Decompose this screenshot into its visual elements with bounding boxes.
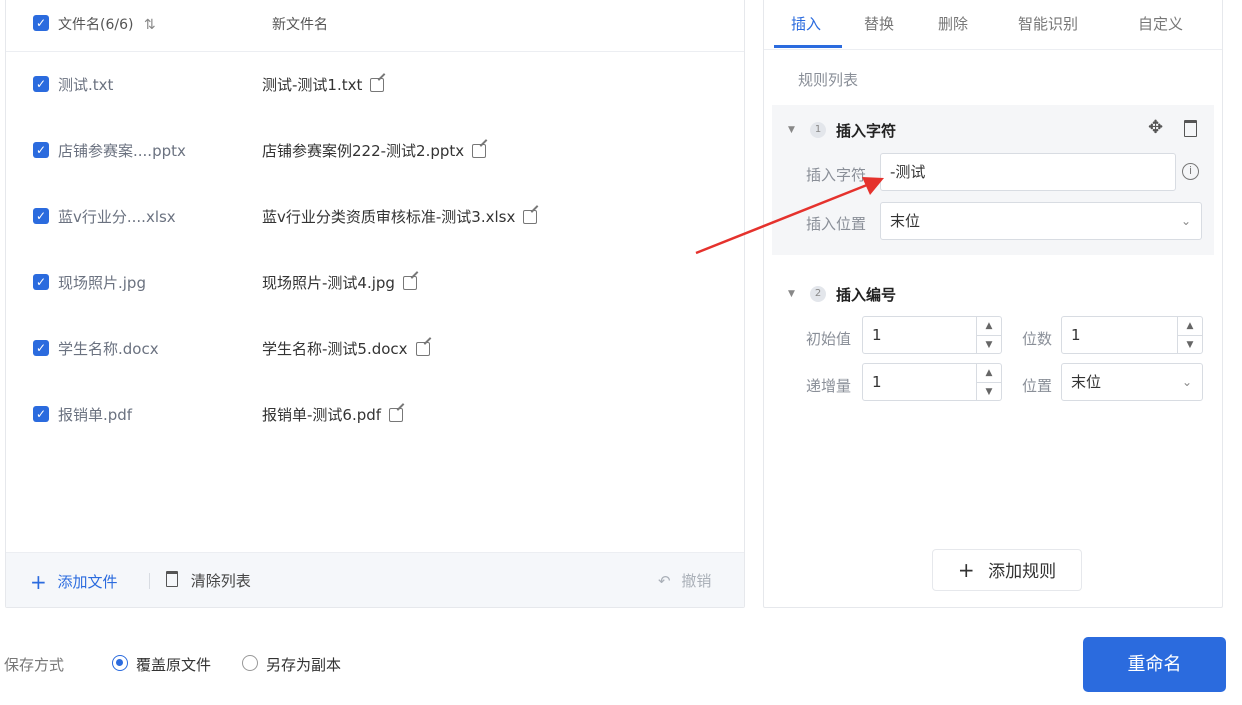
row-checkbox[interactable]: ✓ (33, 142, 49, 158)
column-newname-label: 新文件名 (272, 17, 328, 33)
active-tab-indicator (774, 45, 842, 48)
trash-icon[interactable] (1184, 120, 1197, 137)
old-filename: 报销单.pdf (58, 406, 133, 424)
stepper-arrows[interactable]: ▲ ▼ (976, 317, 1001, 353)
insert-position-select[interactable]: 末位 ⌄ (880, 202, 1202, 240)
edit-icon[interactable] (402, 276, 417, 290)
row-checkbox[interactable]: ✓ (33, 208, 49, 224)
rule-index-badge: 1 (810, 122, 826, 138)
new-filename: 报销单-测试6.pdf (262, 404, 404, 425)
save-copy-option[interactable]: 另存为副本 (240, 651, 360, 677)
row-checkbox[interactable]: ✓ (33, 274, 49, 290)
old-filename: 学生名称.docx (58, 340, 159, 358)
edit-icon[interactable] (472, 144, 487, 158)
undo-icon: ↶ (658, 572, 671, 590)
chevron-down-icon: ⌄ (1180, 214, 1191, 228)
rename-button[interactable]: 重命名 (1083, 637, 1226, 692)
add-file-button[interactable]: + 添加文件 (30, 570, 118, 594)
radio-copy[interactable] (242, 655, 258, 671)
plus-icon: + (30, 570, 47, 594)
rule-insert-number: ▼ 2 插入编号 初始值 1 ▲ ▼ 位数 1 ▲ ▼ 递增量 1 ▲ ▼ 位置 末位… (772, 271, 1214, 411)
new-filename: 现场照片-测试4.jpg (262, 272, 417, 293)
digits-stepper[interactable]: 1 ▲ ▼ (1061, 316, 1203, 354)
row-checkbox[interactable]: ✓ (33, 406, 49, 422)
rule-tabs: 插入 替换 删除 智能识别 自定义 (764, 0, 1222, 50)
trash-icon (166, 571, 178, 587)
rule-list-title: 规则列表 (798, 71, 859, 89)
tab-custom[interactable]: 自定义 (1138, 13, 1183, 34)
footer-divider (149, 573, 150, 589)
stepper-arrows[interactable]: ▲ ▼ (976, 364, 1001, 400)
column-filename-label: 文件名(6/6) (58, 17, 134, 33)
number-position-label: 位置 (1022, 377, 1053, 395)
edit-icon[interactable] (389, 408, 404, 422)
clear-list-button[interactable]: 清除列表 (166, 570, 251, 591)
new-filename: 测试-测试1.txt (262, 74, 385, 95)
info-icon[interactable]: i (1182, 163, 1199, 180)
step-label: 递增量 (806, 377, 852, 395)
save-overwrite-option[interactable]: 覆盖原文件 (110, 651, 230, 677)
number-position-select[interactable]: 末位 ⌄ (1061, 363, 1203, 401)
edit-icon[interactable] (415, 342, 430, 356)
old-filename: 现场照片.jpg (58, 274, 146, 292)
tab-insert[interactable]: 插入 (791, 13, 821, 34)
rule-title: 插入编号 (836, 286, 897, 304)
undo-button[interactable]: ↶ 撤销 (658, 570, 711, 591)
file-list-panel: ✓ 文件名(6/6) ⇅ 新文件名 ✓ 测试.txt 测试-测试1.txt ✓ … (5, 0, 745, 608)
new-filename: 蓝v行业分类资质审核标准-测试3.xlsx (262, 206, 538, 227)
start-value-stepper[interactable]: 1 ▲ ▼ (862, 316, 1002, 354)
edit-icon[interactable] (523, 210, 538, 224)
edit-icon[interactable] (370, 78, 385, 92)
old-filename: 测试.txt (58, 76, 114, 94)
old-filename: 店铺参赛案....pptx (58, 142, 186, 160)
insert-char-input[interactable]: -测试 (880, 153, 1176, 191)
plus-icon: + (957, 558, 975, 582)
tab-smart-detect[interactable]: 智能识别 (1018, 13, 1078, 34)
sort-icon[interactable]: ⇅ (144, 17, 156, 33)
drag-move-icon[interactable]: ✥ (1148, 117, 1163, 138)
digits-label: 位数 (1022, 330, 1053, 348)
step-stepper[interactable]: 1 ▲ ▼ (862, 363, 1002, 401)
row-checkbox[interactable]: ✓ (33, 340, 49, 356)
rule-title: 插入字符 (836, 122, 897, 140)
stepper-arrows[interactable]: ▲ ▼ (1177, 317, 1202, 353)
start-value-label: 初始值 (806, 330, 852, 348)
select-all-checkbox[interactable]: ✓ (33, 15, 49, 31)
collapse-caret-icon[interactable]: ▼ (788, 289, 795, 299)
chevron-down-icon: ⌄ (1181, 375, 1192, 389)
save-mode-label: 保存方式 (4, 656, 65, 674)
annotation-arrow-icon (695, 177, 884, 255)
add-rule-button[interactable]: + 添加规则 (932, 549, 1082, 591)
file-list-header: ✓ 文件名(6/6) ⇅ 新文件名 (6, 0, 744, 52)
new-filename: 学生名称-测试5.docx (262, 338, 430, 359)
file-list-footer: + 添加文件 清除列表 ↶ 撤销 (6, 552, 744, 607)
radio-overwrite[interactable] (112, 655, 128, 671)
row-checkbox[interactable]: ✓ (33, 76, 49, 92)
rules-panel: 插入 替换 删除 智能识别 自定义 规则列表 ▼ 1 插入字符 ✥ 插入字符 -… (763, 0, 1223, 608)
tab-replace[interactable]: 替换 (864, 13, 894, 34)
rule-index-badge: 2 (810, 286, 826, 302)
new-filename: 店铺参赛案例222-测试2.pptx (262, 140, 487, 161)
collapse-caret-icon[interactable]: ▼ (788, 125, 795, 135)
old-filename: 蓝v行业分....xlsx (58, 208, 176, 226)
tab-delete[interactable]: 删除 (938, 13, 968, 34)
